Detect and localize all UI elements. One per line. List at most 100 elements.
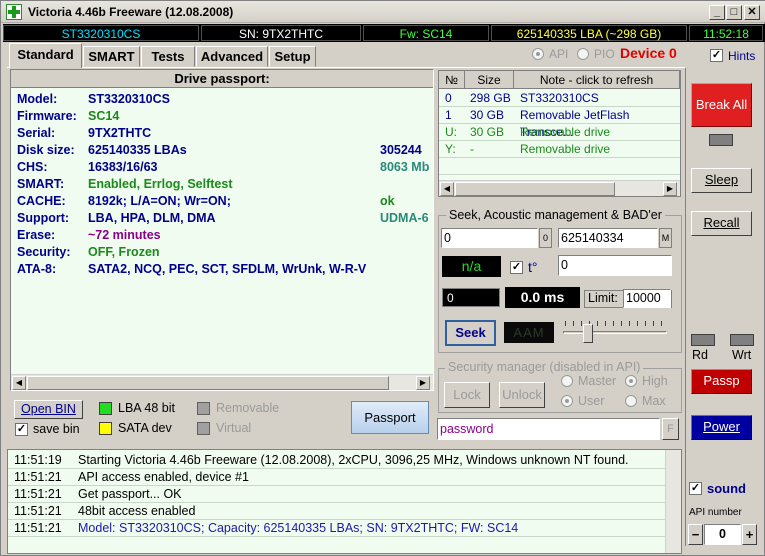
scroll-right-icon[interactable]: ▶ [663, 182, 677, 196]
sata-indicator [99, 422, 112, 435]
unlock-button[interactable]: Unlock [499, 382, 545, 408]
seek-from-input[interactable]: 0 [441, 228, 538, 248]
high-radio[interactable] [625, 375, 637, 387]
max-radio[interactable] [625, 395, 637, 407]
api-number-plus[interactable]: + [742, 524, 757, 545]
slider-tick [581, 321, 582, 326]
log-time: 11:51:19 [14, 453, 62, 467]
drive-size: - [470, 142, 474, 156]
passport-label: Support: [17, 211, 70, 225]
passport-extra-value: UDMA-6 [380, 211, 429, 225]
temperature-checkbox[interactable]: ✓ [510, 261, 523, 274]
seek-max-button[interactable]: M [659, 228, 672, 248]
hints-label: Hints [728, 49, 756, 63]
user-radio[interactable] [561, 395, 573, 407]
api-radio[interactable] [532, 48, 544, 60]
passport-value: ~72 minutes [88, 228, 161, 242]
tab-advanced[interactable]: Advanced [196, 46, 268, 67]
scroll-left-icon[interactable]: ◀ [440, 182, 454, 196]
master-label: Master [578, 374, 617, 388]
hints-checkbox[interactable]: ✓ [710, 49, 723, 62]
drive-row-empty [439, 158, 680, 175]
power-button[interactable]: Power [691, 415, 752, 440]
scroll-thumb[interactable] [455, 182, 615, 196]
open-bin-button[interactable]: Open BIN [14, 400, 83, 419]
tab-smart[interactable]: SMART [83, 46, 140, 67]
status-lba: 625140335 LBA (~298 GB) [491, 25, 687, 41]
drive-num: 0 [445, 91, 452, 105]
tab-setup[interactable]: Setup [269, 46, 316, 67]
sound-checkbox[interactable]: ✓ [689, 482, 702, 495]
aam-slider-thumb[interactable] [583, 324, 593, 343]
drive-col-note[interactable]: Note - click to refresh [514, 71, 680, 89]
api-number-minus[interactable]: − [688, 524, 703, 545]
passport-value: OFF, Frozen [88, 245, 160, 259]
log-time: 11:51:21 [14, 470, 62, 484]
minimize-button[interactable]: _ [709, 5, 725, 20]
api-number-input[interactable]: 0 [704, 524, 741, 545]
drive-col-size: Size [465, 71, 514, 89]
seek-zero-button[interactable]: 0 [539, 228, 552, 248]
passport-value: 8192k; L/A=ON; Wr=ON; [88, 194, 231, 208]
save-bin-checkbox[interactable]: ✓ [15, 423, 28, 436]
scroll-right-icon[interactable]: ▶ [416, 376, 430, 390]
slider-tick [661, 321, 662, 326]
write-label: Wrt [732, 348, 752, 362]
seek-to-input[interactable]: 625140334 [558, 228, 658, 248]
log-time: 11:51:21 [14, 487, 62, 501]
close-button[interactable]: ✕ [744, 5, 760, 20]
passp-button[interactable]: Passp [691, 369, 752, 394]
aam-slider-ticks [563, 321, 667, 327]
drive-note: ST3320310CS [520, 91, 599, 105]
user-label: User [578, 394, 605, 408]
seek-button[interactable]: Seek [445, 320, 496, 346]
pio-radio[interactable] [577, 48, 589, 60]
drive-num: Y: [445, 142, 456, 156]
passport-label: Security: [17, 245, 71, 259]
drive-col-num: № [439, 71, 465, 89]
maximize-button[interactable]: □ [726, 5, 742, 20]
drive-list-hscrollbar[interactable]: ◀ ▶ [439, 180, 680, 196]
log-vscrollbar[interactable] [665, 450, 681, 553]
sleep-button[interactable]: Sleep [691, 168, 752, 193]
drive-row[interactable]: 0 298 GB ST3320310CS [439, 90, 680, 107]
password-f-button[interactable]: F [662, 418, 679, 440]
aam-slider-track[interactable] [563, 331, 667, 334]
read-led [691, 334, 715, 346]
master-radio[interactable] [561, 375, 573, 387]
drive-row[interactable]: 1 30 GB Removable JetFlash Transce... [439, 107, 680, 139]
save-bin-label: save bin [33, 422, 80, 436]
scroll-left-icon[interactable]: ◀ [12, 376, 26, 390]
log-entry: 11:51:21 48bit access enabled [8, 503, 665, 520]
log-message: API access enabled, device #1 [78, 470, 249, 484]
recall-button[interactable]: Recall [691, 211, 752, 236]
lock-button[interactable]: Lock [444, 382, 490, 408]
tab-standard[interactable]: Standard [9, 43, 82, 68]
drive-row[interactable]: U: 30 GB Removable drive [439, 124, 680, 141]
passport-header: Drive passport: [11, 70, 433, 88]
passport-button[interactable]: Passport [351, 401, 429, 434]
slider-tick [613, 321, 614, 326]
passport-value: ST3320310CS [88, 92, 171, 106]
passport-hscrollbar[interactable]: ◀ ▶ [11, 374, 433, 390]
log-message: Model: ST3320310CS; Capacity: 625140335 … [78, 521, 519, 535]
passport-label: SMART: [17, 177, 65, 191]
break-all-button[interactable]: Break All [691, 83, 752, 127]
app-cross-icon [6, 4, 22, 20]
status-serial: SN: 9TX2THTC [201, 25, 361, 41]
slider-tick [621, 321, 622, 326]
password-input[interactable]: password [437, 418, 660, 440]
sound-label: sound [707, 481, 746, 496]
drive-size: 298 GB [470, 91, 511, 105]
tab-tests[interactable]: Tests [141, 46, 195, 67]
seek-group-title: Seek, Acoustic management & BAD'er [446, 208, 665, 222]
limit-input[interactable]: 10000 [623, 289, 671, 308]
drive-row[interactable]: Y: - Removable drive [439, 141, 680, 158]
event-log: 11:51:19 Starting Victoria 4.46b Freeware… [7, 449, 682, 554]
slider-tick [629, 321, 630, 326]
slider-tick [645, 321, 646, 326]
check-icon: ✓ [711, 49, 722, 61]
scroll-thumb[interactable] [27, 376, 389, 390]
passport-value: Enabled, Errlog, Selftest [88, 177, 233, 191]
temperature-value: 0 [558, 255, 672, 276]
